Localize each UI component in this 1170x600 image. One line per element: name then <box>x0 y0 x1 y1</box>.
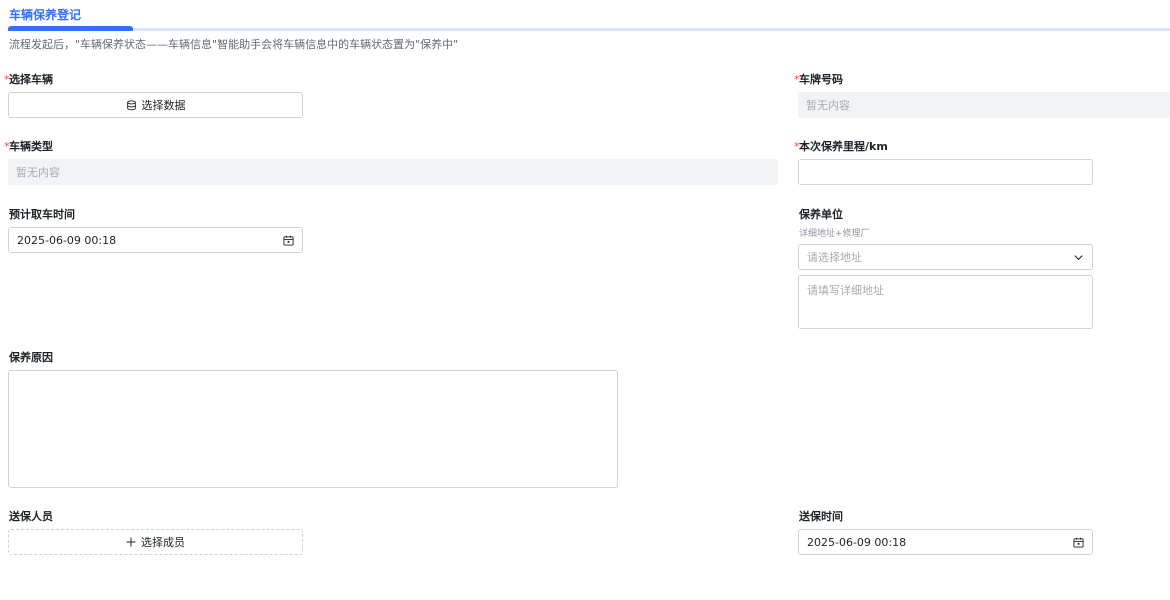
sender-label: 送保人员 <box>9 510 53 523</box>
mileage-input[interactable] <box>798 159 1093 185</box>
vehicle-type-label: 车辆类型 <box>9 140 53 153</box>
send-time-value: 2025-06-09 00:18 <box>807 535 907 549</box>
chevron-down-icon <box>1074 254 1083 260</box>
select-member-button-label: 选择成员 <box>141 536 185 549</box>
pickup-time-value: 2025-06-09 00:18 <box>17 233 117 247</box>
mileage-label: 本次保养里程/km <box>799 140 888 153</box>
plus-icon <box>126 537 136 547</box>
select-vehicle-button[interactable]: 选择数据 <box>8 92 303 118</box>
send-time-picker[interactable]: 2025-06-09 00:18 <box>798 529 1093 555</box>
database-icon <box>126 99 136 110</box>
address-detail-placeholder: 请填写详细地址 <box>807 284 884 297</box>
unit-label: 保养单位 <box>799 208 843 221</box>
reason-label: 保养原因 <box>9 351 53 364</box>
plate-empty-text: 暂无内容 <box>806 99 850 112</box>
pickup-time-picker[interactable]: 2025-06-09 00:18 <box>8 227 303 253</box>
plate-label: 车牌号码 <box>799 73 843 86</box>
vehicle-type-field: 暂无内容 <box>8 159 778 185</box>
vehicle-label: 选择车辆 <box>9 73 53 86</box>
pickup-time-label: 预计取车时间 <box>9 208 75 221</box>
calendar-icon[interactable] <box>1073 537 1084 548</box>
form-description: 流程发起后，"车辆保养状态——车辆信息"智能助手会将车辆信息中的车辆状态置为"保… <box>9 38 459 51</box>
select-vehicle-button-label: 选择数据 <box>141 99 186 112</box>
address-detail-textarea[interactable]: 请填写详细地址 <box>798 275 1093 329</box>
address-select[interactable]: 请选择地址 <box>798 244 1093 270</box>
unit-hint: 详细地址+修理厂 <box>799 229 870 239</box>
tab-track <box>8 28 1170 31</box>
vehicle-type-empty-text: 暂无内容 <box>16 166 60 179</box>
select-member-button[interactable]: 选择成员 <box>8 529 303 555</box>
plate-field: 暂无内容 <box>798 92 1170 118</box>
reason-textarea[interactable] <box>8 370 618 488</box>
send-time-label: 送保时间 <box>799 510 843 523</box>
calendar-icon[interactable] <box>283 235 294 246</box>
tab-vehicle-maintenance[interactable]: 车辆保养登记 <box>9 6 81 23</box>
tab-active-indicator <box>8 26 133 31</box>
address-select-placeholder: 请选择地址 <box>807 251 862 264</box>
vehicle-maintenance-form-page: 车辆保养登记 流程发起后，"车辆保养状态——车辆信息"智能助手会将车辆信息中的车… <box>0 0 1170 600</box>
